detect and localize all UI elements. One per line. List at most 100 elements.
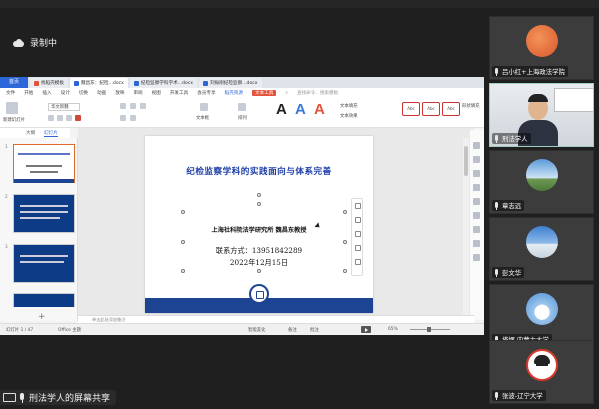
recording-indicator[interactable]: 录制中: [12, 36, 57, 49]
text-effect-label[interactable]: 文本效果: [340, 113, 358, 119]
tab-home[interactable]: 首页: [0, 77, 28, 88]
doc-tab[interactable]: 纪检监察学科学术...docx: [129, 78, 198, 88]
zoom-slider[interactable]: [410, 327, 450, 332]
pen-icon[interactable]: [355, 217, 361, 223]
new-slide-icon[interactable]: [6, 102, 18, 114]
shape-style-3[interactable]: Abc: [442, 102, 460, 116]
menu-review[interactable]: 审阅: [133, 90, 142, 96]
side-tool-icon[interactable]: [473, 170, 480, 177]
bold-icon[interactable]: [48, 115, 54, 121]
selection-handle[interactable]: [257, 202, 261, 206]
command-search[interactable]: 查找命令、搜索模板: [297, 90, 338, 96]
notes-area[interactable]: 单击此处添加备注: [78, 315, 474, 323]
tab-outline[interactable]: 大纲: [26, 130, 35, 136]
font-color-icon[interactable]: [75, 115, 81, 121]
align-center-icon[interactable]: [130, 103, 136, 109]
slide-thumbnail-1[interactable]: [13, 144, 75, 183]
tab-slides[interactable]: 幻灯片: [44, 130, 58, 137]
slide-thumbnail-4[interactable]: [13, 293, 75, 307]
menu-file[interactable]: 文件: [6, 90, 15, 96]
doc-tab[interactable]: 找稻壳模板: [30, 78, 68, 88]
participant-tile[interactable]: 吕小红+上海政法学院: [489, 16, 594, 80]
selection-handle[interactable]: [343, 269, 347, 273]
screen-share-bar[interactable]: 刑法学人的屏幕共享: [0, 390, 117, 405]
participant-avatar: [526, 25, 558, 57]
shape-icon[interactable]: [355, 231, 361, 237]
list-icon[interactable]: [120, 115, 126, 121]
selection-handle[interactable]: [343, 240, 347, 244]
smart-beautify-button[interactable]: 智能美化: [248, 327, 266, 333]
layers-icon[interactable]: [355, 203, 361, 209]
text-style-black[interactable]: A: [276, 101, 287, 118]
side-tool-icon[interactable]: [473, 254, 480, 261]
align-left-icon[interactable]: [120, 103, 126, 109]
microphone-icon: [494, 391, 499, 400]
text-box-icon[interactable]: [200, 103, 208, 111]
participant-tile[interactable]: 刑法学人: [489, 83, 594, 147]
text-style-blue[interactable]: A: [295, 101, 306, 118]
participant-name: 彭文华: [502, 269, 522, 277]
selection-handle[interactable]: [343, 210, 347, 214]
slide-date[interactable]: 2022年12月15日: [145, 258, 373, 268]
frame-icon[interactable]: [355, 245, 361, 251]
menu-transition[interactable]: 切换: [79, 90, 88, 96]
new-slide-label[interactable]: 新建幻灯片: [3, 117, 25, 123]
menu-home[interactable]: 开始: [24, 90, 33, 96]
line-spacing-icon[interactable]: [130, 115, 136, 121]
search-icon[interactable]: ⌕: [285, 90, 288, 96]
doc-tab[interactable]: 魏昌东：纪检...docx: [69, 78, 128, 88]
side-tool-icon[interactable]: [473, 156, 480, 163]
add-slide-button[interactable]: +: [38, 312, 46, 322]
play-slideshow-icon[interactable]: [361, 326, 371, 333]
comments-button[interactable]: 批注: [310, 327, 319, 333]
arrange-icon[interactable]: [238, 103, 246, 111]
shape-fill-label[interactable]: 形状填充: [462, 103, 480, 109]
font-name-select[interactable]: 华文新魏: [48, 103, 80, 111]
align-right-icon[interactable]: [140, 103, 146, 109]
more-icon[interactable]: [355, 259, 361, 265]
menu-animation[interactable]: 动画: [97, 90, 106, 96]
slide-contact[interactable]: 联系方式：13951842289: [145, 246, 373, 256]
selection-handle[interactable]: [181, 210, 185, 214]
selection-handle[interactable]: [257, 193, 261, 197]
italic-icon[interactable]: [57, 115, 63, 121]
participant-tile[interactable]: 彭文华: [489, 217, 594, 281]
notes-button[interactable]: 备注: [288, 327, 297, 333]
vertical-scrollbar[interactable]: [463, 138, 469, 321]
slide-thumbnail-2[interactable]: [13, 194, 75, 233]
underline-icon[interactable]: [66, 115, 72, 121]
slide-thumbnail-3[interactable]: [13, 244, 75, 283]
menu-slideshow[interactable]: 放映: [115, 90, 124, 96]
side-tool-icon[interactable]: [473, 240, 480, 247]
text-fill-label[interactable]: 文本填充: [340, 103, 358, 109]
menu-design[interactable]: 设计: [61, 90, 70, 96]
side-tool-icon[interactable]: [473, 184, 480, 191]
selection-handle[interactable]: [181, 269, 185, 273]
side-tool-icon[interactable]: [473, 212, 480, 219]
side-tool-icon[interactable]: [473, 142, 480, 149]
menu-developer[interactable]: 开发工具: [170, 90, 188, 96]
meeting-window: 录制中 首页 找稻壳模板 魏昌东：纪检...docx 纪检监察学科学术...do…: [0, 0, 599, 409]
shape-style-1[interactable]: Abc: [402, 102, 420, 116]
menu-insert[interactable]: 插入: [42, 90, 51, 96]
side-tool-icon[interactable]: [473, 198, 480, 205]
participant-tile[interactable]: 章志远: [489, 150, 594, 214]
text-style-red[interactable]: A: [314, 101, 325, 118]
arrange-label[interactable]: 排列: [238, 115, 247, 121]
shape-style-2[interactable]: Abc: [422, 102, 440, 116]
doc-tab[interactable]: 刘振刚纪检监察...docx: [199, 78, 262, 88]
current-slide[interactable]: 纪检监察学科的实践面向与体系完善 上海社科院法学研究所 魏昌东教授 联系方式：1…: [145, 136, 373, 313]
menu-text-tools[interactable]: 文本工具: [252, 90, 277, 96]
zoom-level[interactable]: 65%: [388, 327, 398, 332]
text-box-label[interactable]: 文本框: [196, 115, 209, 121]
side-tool-icon[interactable]: [473, 226, 480, 233]
slide-title[interactable]: 纪检监察学科的实践面向与体系完善: [145, 165, 373, 177]
selection-handle[interactable]: [257, 269, 261, 273]
participant-tile[interactable]: 张波-辽宁大学: [489, 340, 594, 404]
menu-view[interactable]: 视图: [152, 90, 161, 96]
menu-member[interactable]: 会员专享: [197, 90, 215, 96]
menu-docer[interactable]: 稻壳资源: [225, 90, 243, 96]
slide-author[interactable]: 上海社科院法学研究所 魏昌东教授: [145, 225, 373, 234]
selection-handle[interactable]: [181, 240, 185, 244]
participant-tile[interactable]: 塔娜 内蒙古大学: [489, 284, 594, 348]
